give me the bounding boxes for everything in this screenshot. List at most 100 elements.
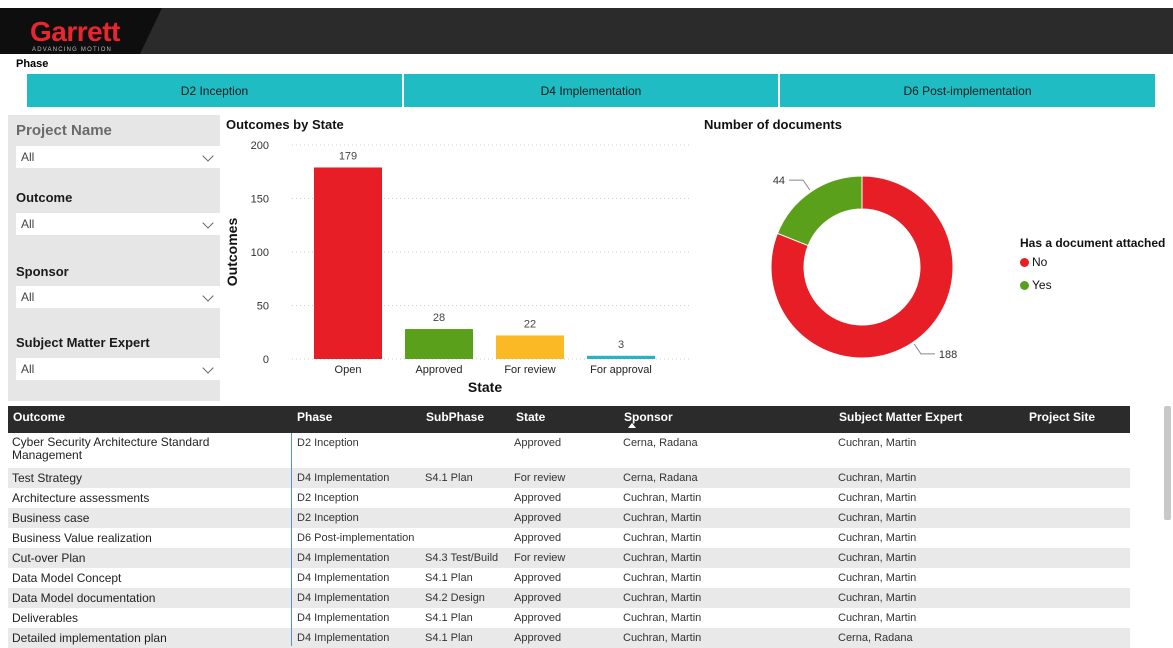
cell-phase: D4 Implementation [297, 472, 390, 484]
cell-sponsor: Cuchran, Martin [623, 612, 702, 624]
cell-sme: Cuchran, Martin [838, 437, 917, 449]
column-header-state[interactable]: State [516, 406, 545, 433]
cell-sponsor: Cuchran, Martin [623, 532, 702, 544]
table-row[interactable]: Architecture assessments D2 Inception Appr… [8, 488, 1130, 508]
chevron-down-icon [202, 217, 214, 229]
bar-approved [405, 329, 473, 359]
cell-outcome: Architecture assessments [12, 491, 150, 505]
sort-ascending-icon [628, 423, 636, 428]
cell-sme: Cuchran, Martin [838, 532, 917, 544]
table-row[interactable]: Detailed implementation plan D4 Implement… [8, 628, 1130, 648]
cell-state: Approved [514, 632, 562, 644]
donut-slice-yes [776, 175, 863, 247]
cell-subphase: S4.1 Plan [425, 632, 473, 644]
cell-state: For review [514, 552, 566, 564]
table-row[interactable]: Test Strategy D4 Implementation S4.1 Plan F… [8, 468, 1130, 488]
legend-item-no[interactable]: No [1020, 255, 1047, 269]
cell-phase: D2 Inception [297, 492, 359, 504]
column-header-sponsor[interactable]: Sponsor [624, 406, 673, 433]
cell-sponsor: Cerna, Radana [623, 472, 698, 484]
cell-outcome: Data Model documentation [12, 591, 156, 605]
sponsor-slicer-title: Sponsor [16, 264, 69, 279]
y-tick-label: 0 [263, 354, 269, 366]
y-tick-label: 150 [251, 194, 269, 206]
outcome-dropdown-value: All [21, 217, 35, 231]
legend-item-yes[interactable]: Yes [1020, 278, 1052, 292]
filter-panel: Project Name All Outcome All Sponsor All… [8, 115, 220, 401]
legend-label-no: No [1032, 255, 1048, 269]
cell-subphase: S4.1 Plan [425, 612, 473, 624]
phase-button-d2-inception[interactable]: D2 Inception [27, 74, 402, 107]
cell-subphase: S4.1 Plan [425, 572, 473, 584]
legend-dot-no [1020, 257, 1029, 267]
cell-sme: Cuchran, Martin [838, 472, 917, 484]
project-name-dropdown[interactable]: All [16, 146, 220, 168]
column-header-project-site[interactable]: Project Site [1029, 406, 1095, 433]
data-label: 22 [524, 318, 536, 330]
x-tick-label: For approval [590, 364, 652, 376]
y-axis-title: Outcomes [224, 218, 240, 287]
table-row[interactable]: Cyber Security Architecture Standard Man… [8, 433, 1130, 468]
cell-state: Approved [514, 532, 562, 544]
cell-state: Approved [514, 592, 562, 604]
column-header-phase[interactable]: Phase [297, 406, 332, 433]
cell-sme: Cuchran, Martin [838, 512, 917, 524]
outcomes-by-state-chart: 0 50 100 150 200 179 Open 28 Approved 22 For revie… [224, 140, 692, 395]
cell-sponsor: Cuchran, Martin [623, 572, 702, 584]
column-header-subphase[interactable]: SubPhase [426, 406, 484, 433]
bar-open [314, 167, 382, 359]
legend-label-yes: Yes [1032, 278, 1052, 292]
table-row[interactable]: Cut-over Plan D4 Implementation S4.3 Test/… [8, 548, 1130, 568]
table-row[interactable]: Data Model Concept D4 Implementation S4.1 … [8, 568, 1130, 588]
phase-button-d6-post-implementation[interactable]: D6 Post-implementation [780, 74, 1155, 107]
column-divider [291, 433, 292, 646]
project-name-dropdown-value: All [21, 150, 35, 164]
number-of-documents-chart: 188 44 [770, 175, 957, 361]
cell-outcome: Cyber Security Architecture Standard Man… [12, 435, 210, 462]
sme-dropdown[interactable]: All [16, 358, 220, 380]
table-row[interactable]: Data Model documentation D4 Implementatio… [8, 588, 1130, 608]
cell-sme: Cuchran, Martin [838, 612, 917, 624]
cell-sme: Cuchran, Martin [838, 592, 917, 604]
table-row[interactable]: Deliverables D4 Implementation S4.1 Plan Ap… [8, 608, 1130, 628]
cell-phase: D4 Implementation [297, 572, 390, 584]
donut-chart-title: Number of documents [704, 117, 842, 132]
cell-sponsor: Cuchran, Martin [623, 632, 702, 644]
data-label: 3 [618, 339, 624, 351]
bar-for-approval [587, 355, 655, 359]
x-tick-label: Open [335, 364, 362, 376]
outcome-dropdown[interactable]: All [16, 213, 220, 235]
phase-button-d4-implementation[interactable]: D4 Implementation [404, 74, 778, 107]
column-header-sponsor-label: Sponsor [624, 410, 673, 424]
table-scrollbar[interactable] [1164, 406, 1171, 520]
cell-state: Approved [514, 572, 562, 584]
logo-wordmark: Garrett [30, 16, 120, 47]
outcome-slicer-title: Outcome [16, 190, 73, 205]
cell-sponsor: Cerna, Radana [623, 437, 698, 449]
column-header-sme[interactable]: Subject Matter Expert [839, 406, 962, 433]
table-row[interactable]: Business case D2 Inception Approved Cuchran… [8, 508, 1130, 528]
column-header-outcome[interactable]: Outcome [13, 406, 65, 433]
cell-phase: D4 Implementation [297, 632, 390, 644]
cell-subphase: S4.3 Test/Build [425, 552, 499, 564]
cell-outcome: Test Strategy [12, 471, 83, 485]
cell-outcome: Cut-over Plan [12, 551, 86, 565]
cell-outcome: Data Model Concept [12, 571, 122, 585]
x-tick-label: Approved [415, 364, 462, 376]
sponsor-dropdown[interactable]: All [16, 286, 220, 308]
phase-label: Phase [16, 58, 49, 70]
data-label: 188 [939, 349, 957, 361]
cell-state: For review [514, 472, 566, 484]
data-label: 44 [773, 175, 785, 187]
bar-for-review [496, 335, 564, 359]
cell-state: Approved [514, 437, 562, 449]
chevron-down-icon [202, 290, 214, 302]
cell-sponsor: Cuchran, Martin [623, 512, 702, 524]
cell-outcome: Deliverables [12, 611, 79, 625]
logo-tagline: ADVANCING MOTION [32, 47, 113, 53]
chevron-down-icon [202, 150, 214, 162]
cell-phase: D4 Implementation [297, 552, 390, 564]
cell-sme: Cuchran, Martin [838, 492, 917, 504]
table-row[interactable]: Business Value realization D6 Post-implem… [8, 528, 1130, 548]
cell-subphase: S4.1 Plan [425, 472, 473, 484]
